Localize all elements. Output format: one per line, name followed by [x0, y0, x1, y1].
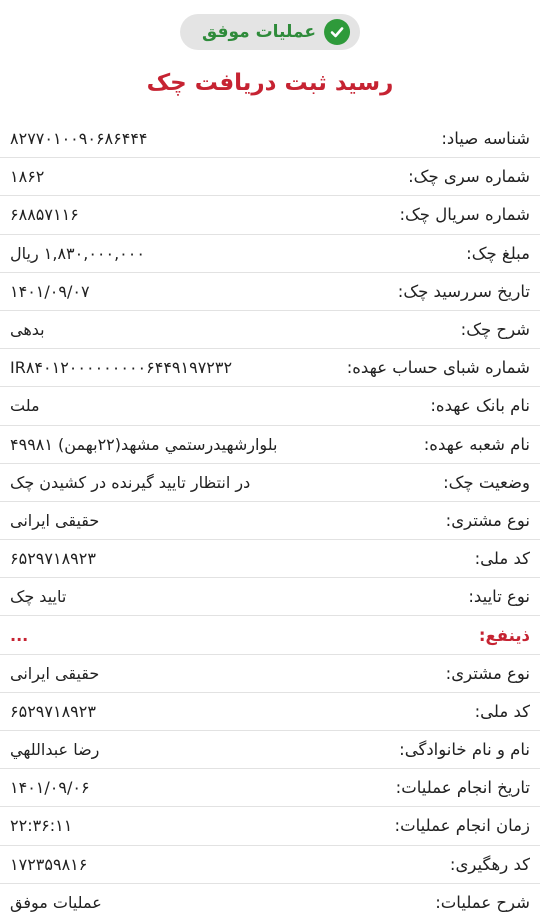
detail-row: زمان انجام عملیات: ۲۲:۳۶:۱۱: [0, 807, 540, 846]
detail-label: شماره سریال چک:: [399, 205, 530, 225]
detail-value: تایید چک: [10, 587, 67, 607]
detail-value: ۶۵۲۹۷۱۸۹۲۳: [10, 549, 96, 569]
detail-row: نوع مشتری: حقیقی ایرانی: [0, 655, 540, 693]
page-title: رسید ثبت دریافت چک: [146, 70, 394, 96]
detail-label: نام شعبه عهده:: [423, 434, 530, 454]
detail-value: ...: [10, 625, 29, 645]
detail-row: شماره شبای حساب عهده: IR۸۴۰۱۲۰۰۰۰۰۰۰۰۰۶۴۴…: [0, 349, 540, 388]
detail-label: کد ملی:: [474, 701, 530, 721]
detail-value: ۱۸۶۲: [10, 167, 45, 187]
detail-row: کد رهگیری: ۱۷۲۳۵۹۸۱۶: [0, 846, 540, 884]
detail-value: ۱۴۰۱/۰۹/۰۶: [10, 778, 90, 798]
detail-row: نوع مشتری: حقیقی ایرانی: [0, 502, 540, 541]
detail-row: وضعیت چک: در انتظار تایید گیرنده در کشیدن…: [0, 464, 540, 502]
receipt-details-list: شناسه صیاد: ۸۲۷۷۰۱۰۰۹۰۶۸۶۴۴۴ شماره سری چک:…: [0, 120, 540, 920]
detail-label: شرح عملیات:: [435, 892, 530, 912]
detail-row: مبلغ چک: ۱,۸۳۰,۰۰۰,۰۰۰ ریال: [0, 235, 540, 273]
detail-label: کد رهگیری:: [449, 854, 530, 874]
detail-value: ۶۸۸۵۷۱۱۶: [10, 205, 79, 225]
detail-value: بدهی: [10, 320, 45, 340]
detail-value: ۱۴۰۱/۰۹/۰۷: [10, 281, 90, 301]
detail-value: ۲۲:۳۶:۱۱: [10, 816, 73, 836]
detail-value: حقیقی ایرانی: [10, 663, 100, 683]
detail-row: نام و نام خانوادگی: رضا عبداللهي: [0, 731, 540, 770]
detail-row: کد ملی: ۶۵۲۹۷۱۸۹۲۳: [0, 540, 540, 579]
detail-row: تاریخ انجام عملیات: ۱۴۰۱/۰۹/۰۶: [0, 769, 540, 808]
detail-label: ذینفع:: [478, 625, 530, 645]
detail-label: شناسه صیاد:: [441, 129, 530, 149]
detail-value: عملیات موفق: [10, 892, 102, 912]
detail-label: نوع مشتری:: [445, 663, 530, 683]
detail-row: شرح چک: بدهی: [0, 311, 540, 350]
detail-value: حقیقی ایرانی: [10, 510, 100, 530]
detail-label: تاریخ انجام عملیات:: [395, 778, 530, 798]
detail-label: کد ملی:: [474, 549, 530, 569]
detail-label: تاریخ سررسید چک:: [397, 281, 530, 301]
detail-label: شماره شبای حساب عهده:: [346, 358, 530, 378]
detail-value: ۶۵۲۹۷۱۸۹۲۳: [10, 701, 96, 721]
detail-label: شماره سری چک:: [408, 167, 530, 187]
detail-value: ۸۲۷۷۰۱۰۰۹۰۶۸۶۴۴۴: [10, 129, 148, 149]
detail-label: نوع مشتری:: [445, 510, 530, 530]
detail-value: IR۸۴۰۱۲۰۰۰۰۰۰۰۰۰۶۴۴۹۱۹۷۲۳۲: [10, 358, 233, 378]
detail-label: نام بانک عهده:: [430, 396, 530, 416]
detail-row: نام شعبه عهده: بلوارشهیدرستمي مشهد(۲۲بهمن…: [0, 426, 540, 464]
detail-row: تاریخ سررسید چک: ۱۴۰۱/۰۹/۰۷: [0, 273, 540, 311]
detail-row: شماره سریال چک: ۶۸۸۵۷۱۱۶: [0, 196, 540, 235]
section-header-beneficiary: ذینفع:...: [0, 616, 540, 655]
detail-label: مبلغ چک:: [466, 243, 530, 263]
detail-label: نام و نام خانوادگی:: [399, 740, 530, 760]
detail-value: در انتظار تایید گیرنده در کشیدن چک: [10, 472, 251, 492]
detail-row: شرح عملیات: عملیات موفق: [0, 884, 540, 920]
detail-value: رضا عبداللهي: [10, 740, 100, 760]
detail-label: نوع تایید:: [468, 587, 530, 607]
detail-value: بلوارشهیدرستمي مشهد(۲۲بهمن) ۴۹۹۸۱: [10, 434, 278, 454]
detail-label: زمان انجام عملیات:: [394, 816, 530, 836]
status-badge-label: عملیات موفق: [202, 22, 316, 42]
detail-label: شرح چک:: [460, 320, 530, 340]
detail-row: نوع تایید: تایید چک: [0, 578, 540, 617]
detail-row: کد ملی: ۶۵۲۹۷۱۸۹۲۳: [0, 693, 540, 731]
detail-row: نام بانک عهده: ملت: [0, 387, 540, 426]
detail-value: ملت: [10, 396, 40, 416]
detail-row: شناسه صیاد: ۸۲۷۷۰۱۰۰۹۰۶۸۶۴۴۴: [0, 120, 540, 159]
detail-value: ۱۷۲۳۵۹۸۱۶: [10, 854, 88, 874]
detail-value: ۱,۸۳۰,۰۰۰,۰۰۰ ریال: [10, 243, 145, 263]
status-badge: عملیات موفق: [180, 14, 360, 50]
detail-row: شماره سری چک: ۱۸۶۲: [0, 158, 540, 197]
detail-label: وضعیت چک:: [443, 472, 530, 492]
check-circle-icon: [323, 19, 350, 45]
